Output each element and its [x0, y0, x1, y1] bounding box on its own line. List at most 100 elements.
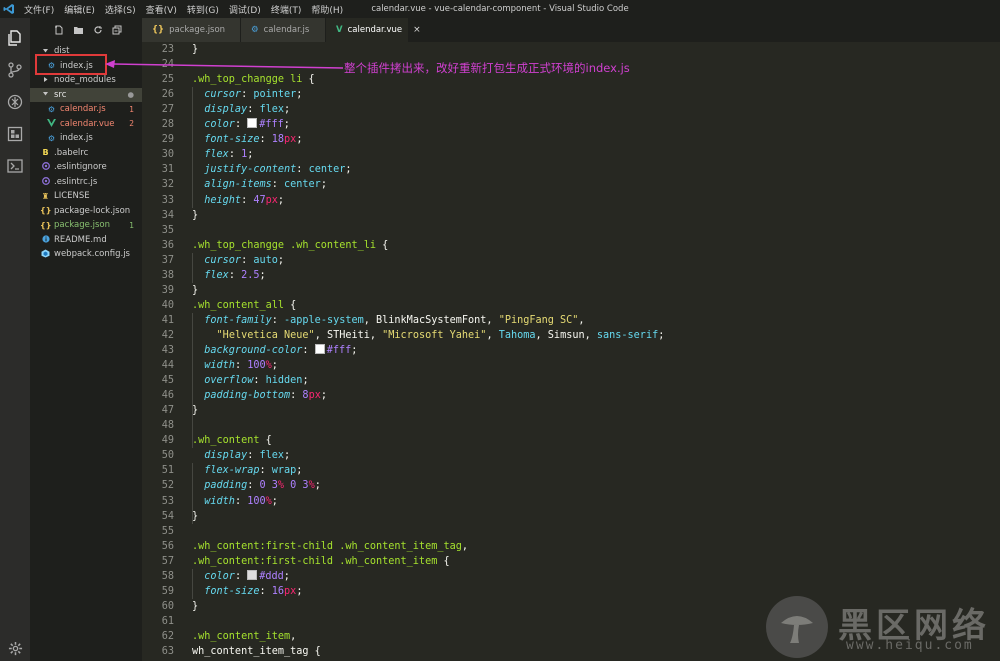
code-token: height: [192, 194, 242, 206]
code-token: .wh_top_changge li: [192, 74, 303, 86]
color-swatch[interactable]: [314, 344, 325, 354]
code-token: ;: [259, 269, 266, 281]
menu-item[interactable]: 帮助(H): [311, 3, 343, 16]
code-token: ;: [320, 390, 327, 402]
line-number: 40: [161, 299, 174, 311]
tree-item-label: README.md: [54, 234, 107, 245]
menu-item[interactable]: 调试(D): [229, 3, 261, 16]
source-control-icon[interactable]: [5, 60, 25, 80]
annotation-arrow: [105, 60, 344, 69]
js-gear-icon: ⚙: [47, 104, 56, 114]
tree-item[interactable]: ⚙ calendar.js 1: [30, 102, 142, 117]
code-line: 32 align-items: center;: [142, 177, 327, 192]
tree-item[interactable]: webpack.config.js: [30, 247, 142, 262]
code-token: :: [234, 360, 248, 372]
tree-item[interactable]: src ●: [30, 87, 142, 102]
code-token: :: [247, 480, 260, 492]
code-token: {: [437, 555, 450, 567]
code-token: :: [228, 149, 242, 161]
tree-item[interactable]: calendar.vue 2: [30, 117, 142, 132]
code-editor[interactable]: 23} 24 25 .wh_top_changge li {26 cursor: po…: [142, 42, 1000, 661]
line-number: 53: [161, 495, 174, 507]
debug-icon[interactable]: [5, 92, 25, 112]
tab-label: calendar.js: [263, 25, 310, 35]
tree-item-label: calendar.js: [60, 104, 106, 115]
code-line: 37 cursor: auto;: [142, 253, 284, 268]
menu-item[interactable]: 选择(S): [105, 3, 136, 16]
menu-item[interactable]: 终端(T): [271, 3, 302, 16]
code-token: wrap: [271, 465, 297, 477]
code-token: 100: [247, 495, 266, 507]
code-token: "Microsoft Yahei": [382, 329, 487, 341]
code-token: ;: [302, 375, 309, 387]
tab[interactable]: {} package.json: [142, 18, 240, 42]
code-line: 48: [142, 418, 192, 433]
code-token: {: [376, 239, 389, 251]
code-token: ;: [345, 164, 352, 176]
tab[interactable]: Vcalendar.vue ×: [326, 18, 421, 42]
indent-guide: [192, 252, 193, 283]
terminal-icon[interactable]: [5, 156, 25, 176]
code-line: 35: [142, 223, 192, 238]
tree-item[interactable]: ⚙ index.js: [30, 131, 142, 146]
code-token: .wh_content: [192, 435, 260, 447]
close-icon[interactable]: ×: [413, 25, 421, 35]
code-token: ,: [461, 540, 469, 552]
problems-badge: ●: [127, 90, 134, 100]
highlight-box: [35, 54, 107, 75]
line-number: 52: [161, 480, 174, 492]
code-token: cursor: [192, 254, 242, 266]
tree-item[interactable]: .eslintrc.js: [30, 175, 142, 190]
explorer-toolbar: [30, 18, 142, 44]
new-folder-icon[interactable]: [73, 25, 84, 38]
color-swatch[interactable]: [247, 569, 258, 580]
settings-gear-icon[interactable]: [5, 638, 25, 658]
code-token: #ddd: [259, 570, 284, 582]
tree-item-label: calendar.vue: [60, 118, 115, 129]
code-token: #fff: [259, 119, 284, 131]
code-token: ;: [277, 194, 285, 206]
code-token: px: [265, 194, 278, 206]
menu-item[interactable]: 文件(F): [24, 3, 54, 16]
code-token: ;: [296, 585, 303, 597]
extensions-icon[interactable]: [5, 124, 25, 144]
tree-item[interactable]: {} package.json 1: [30, 218, 142, 233]
tree-item[interactable]: node_modules: [30, 73, 142, 88]
new-file-icon[interactable]: [54, 25, 64, 38]
indent-guide: [192, 312, 193, 449]
info-icon: [40, 235, 51, 245]
color-swatch[interactable]: [247, 118, 258, 129]
code-token: {: [284, 299, 297, 311]
code-line: 54}: [142, 509, 198, 524]
code-token: pointer: [253, 89, 297, 101]
code-token: ;: [296, 465, 303, 477]
tree-item[interactable]: README.md: [30, 233, 142, 248]
title-bar: 文件(F) 编辑(E) 选择(S) 查看(V) 转到(G) 调试(D) 终端(T) 帮助(H)…: [0, 0, 1000, 18]
explorer-sidebar: dist ⚙ index.js node_modules src ● ⚙ calendar.j…: [30, 18, 142, 661]
refresh-icon[interactable]: [93, 25, 103, 38]
tree-item[interactable]: {} package-lock.json: [30, 204, 142, 219]
line-number: 33: [161, 194, 174, 206]
collapse-all-icon[interactable]: [112, 25, 122, 38]
tab[interactable]: ⚙ calendar.js: [241, 18, 325, 42]
tree-item-label: .eslintignore: [54, 162, 107, 173]
watermark-url: www.heiqu.com: [846, 638, 974, 653]
explorer-icon[interactable]: [5, 28, 25, 48]
code-line: 23}: [142, 42, 198, 57]
menu-item[interactable]: 查看(V): [146, 3, 177, 16]
tree-item[interactable]: B .babelrc: [30, 146, 142, 161]
annotation-text: 整个插件拷出来，改好重新打包生成正式环境的index.js: [344, 61, 630, 75]
code-line: 42 "Helvetica Neue", STHeiti, "Microsoft…: [142, 328, 665, 343]
line-number: 63: [161, 646, 174, 657]
tree-item[interactable]: .eslintignore: [30, 160, 142, 175]
code-token: flex: [259, 104, 285, 116]
license-icon: ♜: [41, 191, 50, 201]
tree-item[interactable]: ♜ LICENSE: [30, 189, 142, 204]
code-line: 34}: [142, 208, 198, 223]
code-line: 43 background-color: #fff;: [142, 343, 357, 358]
menu-item[interactable]: 编辑(E): [64, 3, 95, 16]
menu-item[interactable]: 转到(G): [187, 3, 219, 16]
code-line: 28 color: #fff;: [142, 117, 290, 132]
code-token: }: [192, 44, 199, 55]
